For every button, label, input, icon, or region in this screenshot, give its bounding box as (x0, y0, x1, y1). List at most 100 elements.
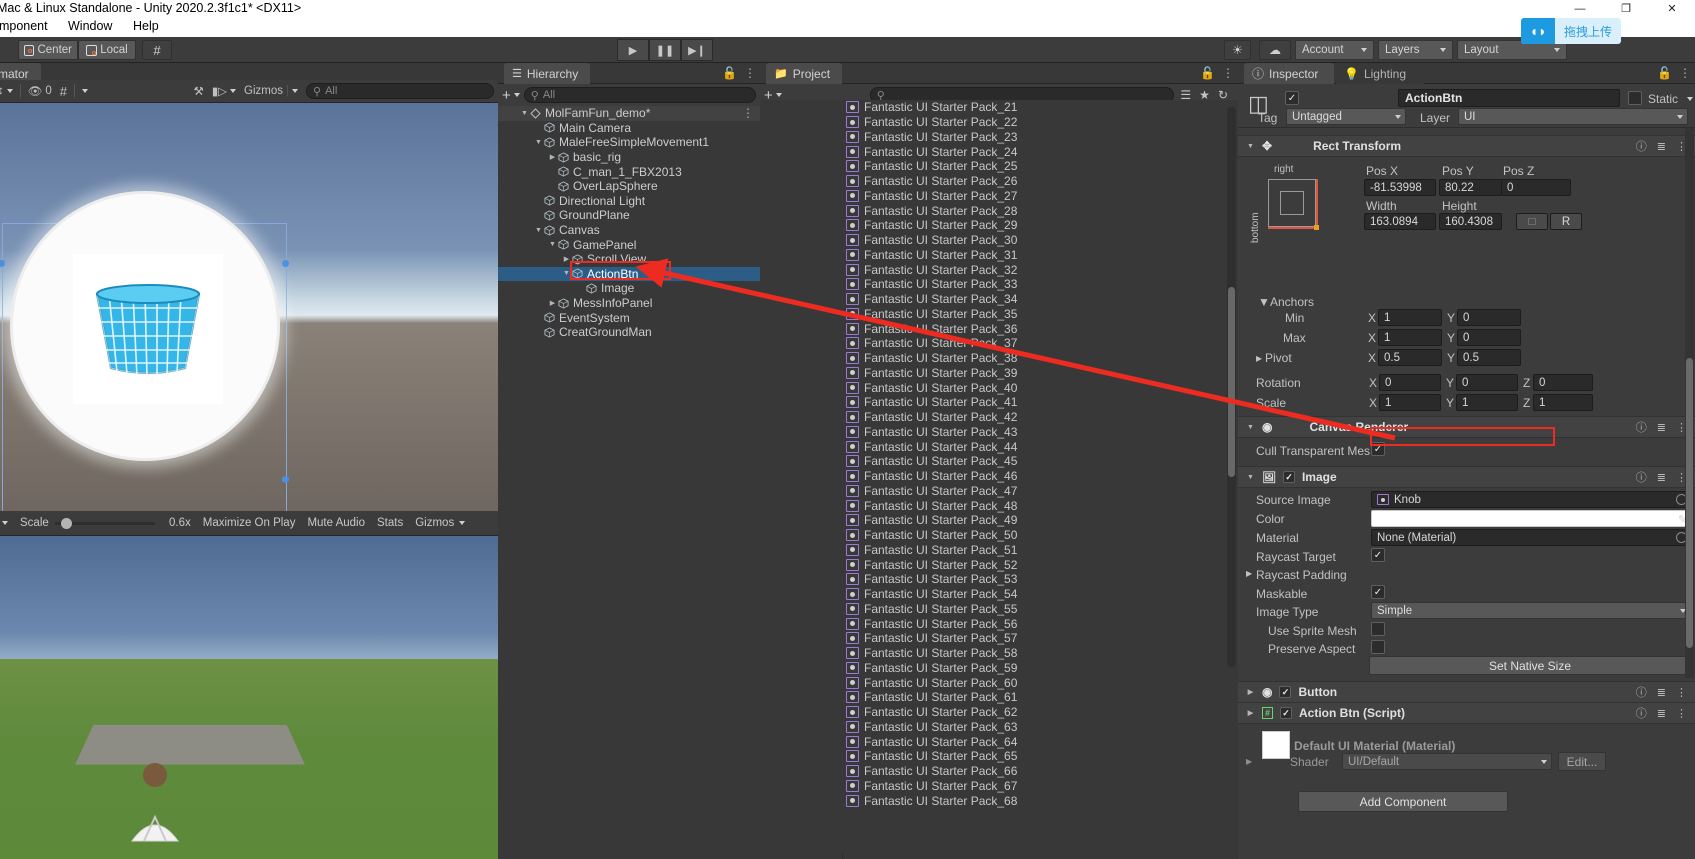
project-asset-row[interactable]: Fantastic UI Starter Pack_68 (760, 793, 1238, 808)
scale-z-field[interactable]: 1 (1533, 394, 1593, 411)
image-type-dropdown[interactable]: Simple (1371, 602, 1691, 619)
project-asset-row[interactable]: Fantastic UI Starter Pack_32 (760, 262, 1238, 277)
drag-upload-badge[interactable]: ◖◗ 拖拽上传 (1521, 18, 1621, 44)
rotation-x-field[interactable]: 0 (1379, 374, 1441, 391)
shader-edit-button[interactable]: Edit... (1558, 752, 1606, 771)
gameobject-enabled-checkbox[interactable]: ✓ (1285, 91, 1299, 105)
play-button[interactable]: ▶ (617, 39, 649, 61)
foldout-expanded-icon[interactable]: ▼ (562, 270, 571, 277)
preserve-aspect-checkbox[interactable] (1371, 640, 1385, 654)
preset-icon[interactable]: ≣ (1657, 140, 1666, 153)
project-asset-row[interactable]: Fantastic UI Starter Pack_53 (760, 572, 1238, 587)
raycast-target-checkbox[interactable]: ✓ (1371, 548, 1385, 562)
menu-item-window[interactable]: Window (68, 19, 112, 33)
tab-inspector[interactable]: ⓘ Inspector (1244, 63, 1334, 84)
more-options-icon[interactable]: ⋮ (1676, 707, 1687, 720)
help-icon[interactable]: ⓘ (1636, 419, 1647, 435)
grid-snap-button[interactable]: # (142, 40, 172, 60)
project-asset-row[interactable]: Fantastic UI Starter Pack_44 (760, 439, 1238, 454)
anchor-max-y-field[interactable]: 0 (1457, 329, 1521, 346)
cloud-services-button[interactable]: ☁ (1259, 40, 1291, 60)
scale-y-field[interactable]: 1 (1456, 394, 1518, 411)
foldout-collapsed-icon[interactable]: ▶ (562, 255, 571, 263)
foldout-expanded-icon[interactable]: ▼ (520, 110, 529, 117)
width-field[interactable]: 163.0894 (1364, 213, 1436, 230)
project-asset-row[interactable]: Fantastic UI Starter Pack_35 (760, 307, 1238, 322)
hierarchy-tree[interactable]: ▼ MolFamFun_demo* ⋮ Main Camera ▼ MaleFreeSim… (498, 106, 760, 859)
hierarchy-item-image[interactable]: Image (498, 281, 760, 296)
project-asset-row[interactable]: Fantastic UI Starter Pack_41 (760, 395, 1238, 410)
tag-dropdown[interactable]: Untagged (1286, 108, 1406, 125)
scene-camera-dropdown[interactable]: ▮▷ (208, 82, 240, 100)
scrollbar-thumb[interactable] (1686, 358, 1693, 648)
scrollbar-thumb[interactable] (1228, 287, 1235, 477)
minimize-button[interactable]: — (1557, 0, 1603, 17)
anchor-min-y-field[interactable]: 0 (1457, 309, 1521, 326)
help-icon[interactable]: ⓘ (1636, 138, 1647, 154)
project-asset-row[interactable]: Fantastic UI Starter Pack_50 (760, 528, 1238, 543)
foldout-expanded-icon[interactable]: ▼ (548, 241, 557, 248)
layers-dropdown[interactable]: Layers (1378, 40, 1453, 60)
tab-lighting[interactable]: 💡 Lighting (1336, 63, 1424, 84)
scene-search-input[interactable]: ⚲ All (306, 83, 494, 99)
scene-tools-button[interactable]: ⚒ (190, 82, 208, 100)
image-enabled-checkbox[interactable]: ✓ (1282, 471, 1295, 483)
grid-visibility-dropdown[interactable]: # (56, 82, 71, 100)
pivot-x-field[interactable]: 0.5 (1378, 349, 1442, 366)
project-asset-row[interactable]: Fantastic UI Starter Pack_55 (760, 602, 1238, 617)
shading-mode-dropdown[interactable]: ↕ (0, 82, 17, 100)
pos-y-field[interactable]: 80.22 (1439, 179, 1502, 196)
project-asset-row[interactable]: Fantastic UI Starter Pack_67 (760, 779, 1238, 794)
project-asset-row[interactable]: Fantastic UI Starter Pack_54 (760, 587, 1238, 602)
project-asset-row[interactable]: Fantastic UI Starter Pack_23 (760, 130, 1238, 145)
foldout-expanded-icon[interactable]: ▼ (534, 227, 543, 234)
project-asset-row[interactable]: Fantastic UI Starter Pack_27 (760, 189, 1238, 204)
project-asset-row[interactable]: Fantastic UI Starter Pack_61 (760, 690, 1238, 705)
hierarchy-item-messinfopanel[interactable]: ▶ MessInfoPanel (498, 296, 760, 311)
height-field[interactable]: 160.4308 (1439, 213, 1502, 230)
material-field[interactable]: None (Material) (1371, 529, 1691, 546)
inspector-scrollbar[interactable] (1685, 128, 1694, 678)
pivot-local-button[interactable]: Local (78, 40, 136, 60)
more-options-icon[interactable]: ⋮ (1679, 66, 1691, 80)
project-asset-row[interactable]: Fantastic UI Starter Pack_28 (760, 203, 1238, 218)
foldout-arrow-icon[interactable]: ▼ (1246, 143, 1255, 150)
project-asset-row[interactable]: Fantastic UI Starter Pack_42 (760, 410, 1238, 425)
foldout-collapsed-icon[interactable]: ▶ (548, 153, 557, 161)
pivot-y-field[interactable]: 0.5 (1457, 349, 1521, 366)
slider-knob[interactable] (60, 517, 72, 529)
project-asset-row[interactable]: Fantastic UI Starter Pack_40 (760, 380, 1238, 395)
project-asset-row[interactable]: Fantastic UI Starter Pack_29 (760, 218, 1238, 233)
editor-light-button[interactable]: ☀ (1224, 40, 1251, 60)
shader-dropdown[interactable]: UI/Default (1342, 753, 1552, 770)
scene-visibility-toggle[interactable]: 👁 0 (24, 82, 56, 100)
menu-item-component[interactable]: omponent (0, 19, 48, 33)
component-header-image[interactable]: ▼ 🖼 ✓ Image ⓘ ≣ ⋮ (1238, 466, 1695, 488)
hierarchy-item-groundplane[interactable]: GroundPlane (498, 208, 760, 223)
hierarchy-item-creatgroundman[interactable]: CreatGroundMan (498, 325, 760, 340)
anchor-max-x-field[interactable]: 1 (1378, 329, 1442, 346)
project-asset-row[interactable]: Fantastic UI Starter Pack_38 (760, 351, 1238, 366)
hierarchy-item-overlapsphere[interactable]: OverLapSphere (498, 179, 760, 194)
project-asset-row[interactable]: Fantastic UI Starter Pack_62 (760, 705, 1238, 720)
foldout-arrow-icon[interactable]: ▼ (1246, 474, 1255, 481)
project-asset-row[interactable]: Fantastic UI Starter Pack_30 (760, 233, 1238, 248)
more-options-icon[interactable]: ⋮ (744, 66, 756, 80)
scale-slider[interactable] (54, 517, 155, 529)
tab-hierarchy[interactable]: ☰ Hierarchy (504, 63, 591, 84)
selection-handle[interactable] (282, 476, 289, 483)
project-asset-row[interactable]: Fantastic UI Starter Pack_66 (760, 764, 1238, 779)
hierarchy-item-molfamfun-demo-[interactable]: ▼ MolFamFun_demo* ⋮ (498, 106, 760, 121)
foldout-arrow-icon[interactable]: ▶ (1246, 688, 1255, 696)
mute-audio-toggle[interactable]: Mute Audio (301, 514, 371, 532)
more-options-icon[interactable]: ⋮ (1676, 686, 1687, 699)
project-asset-row[interactable]: Fantastic UI Starter Pack_31 (760, 248, 1238, 263)
project-asset-row[interactable]: Fantastic UI Starter Pack_25 (760, 159, 1238, 174)
grid-options-dropdown[interactable] (78, 82, 92, 100)
anchors-foldout[interactable]: ▼ (1258, 295, 1270, 309)
add-component-button[interactable]: Add Component (1298, 791, 1508, 812)
project-asset-row[interactable]: Fantastic UI Starter Pack_60 (760, 675, 1238, 690)
scene-context-menu-icon[interactable]: ⋮ (742, 106, 754, 120)
maximize-button[interactable]: ❐ (1603, 0, 1649, 17)
project-asset-row[interactable]: Fantastic UI Starter Pack_65 (760, 749, 1238, 764)
